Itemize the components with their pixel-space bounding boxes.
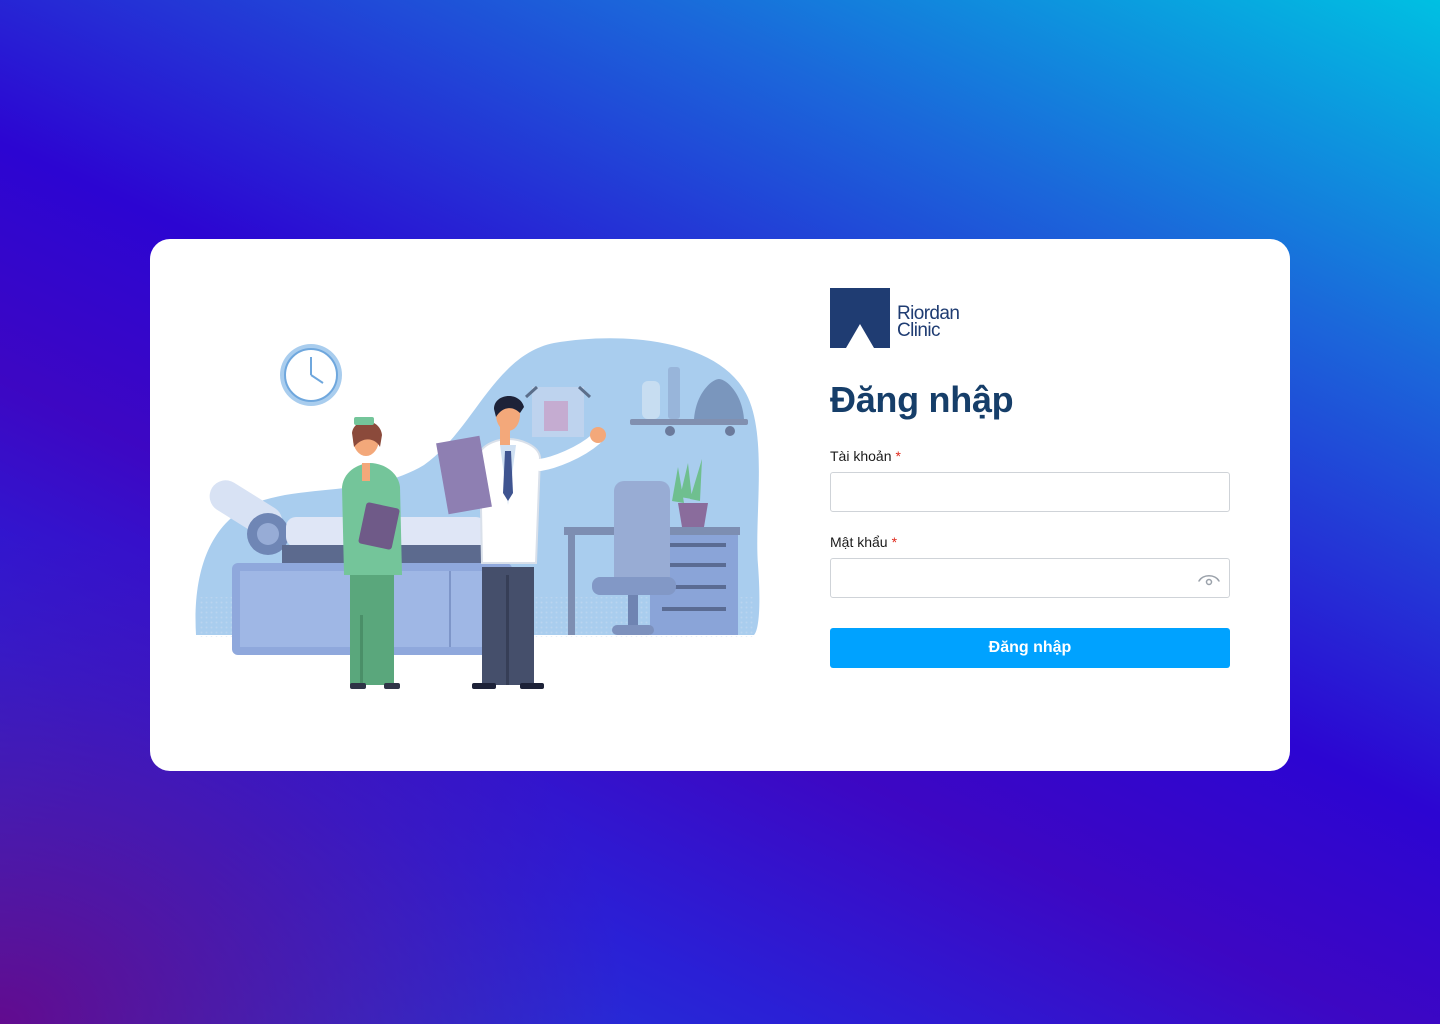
- eye-icon[interactable]: [1197, 569, 1221, 589]
- logo-line-2: Clinic: [897, 320, 940, 341]
- password-field[interactable]: [830, 558, 1230, 598]
- clinic-logo: Riordan Clinic: [830, 288, 1230, 348]
- page-title: Đăng nhập: [830, 379, 1014, 420]
- clinic-illustration: [195, 338, 760, 689]
- logo-wordmark: Riordan Clinic: [897, 304, 960, 341]
- required-marker: *: [891, 534, 898, 550]
- account-label-text: Tài khoản: [830, 448, 892, 464]
- login-card: Riordan Clinic Đăng nhập Tài khoản * Mật …: [150, 239, 1290, 771]
- login-button[interactable]: Đăng nhập: [830, 628, 1230, 668]
- password-input[interactable]: [831, 559, 1229, 597]
- account-label: Tài khoản *: [830, 447, 1230, 465]
- login-panel: Riordan Clinic Đăng nhập Tài khoản * Mật …: [830, 288, 1230, 668]
- account-field[interactable]: [830, 472, 1230, 512]
- password-label: Mật khẩu *: [830, 533, 1230, 551]
- account-input[interactable]: [831, 473, 1229, 511]
- riordan-logo-icon: [830, 288, 890, 348]
- password-label-text: Mật khẩu: [830, 534, 888, 550]
- required-marker: *: [895, 448, 901, 464]
